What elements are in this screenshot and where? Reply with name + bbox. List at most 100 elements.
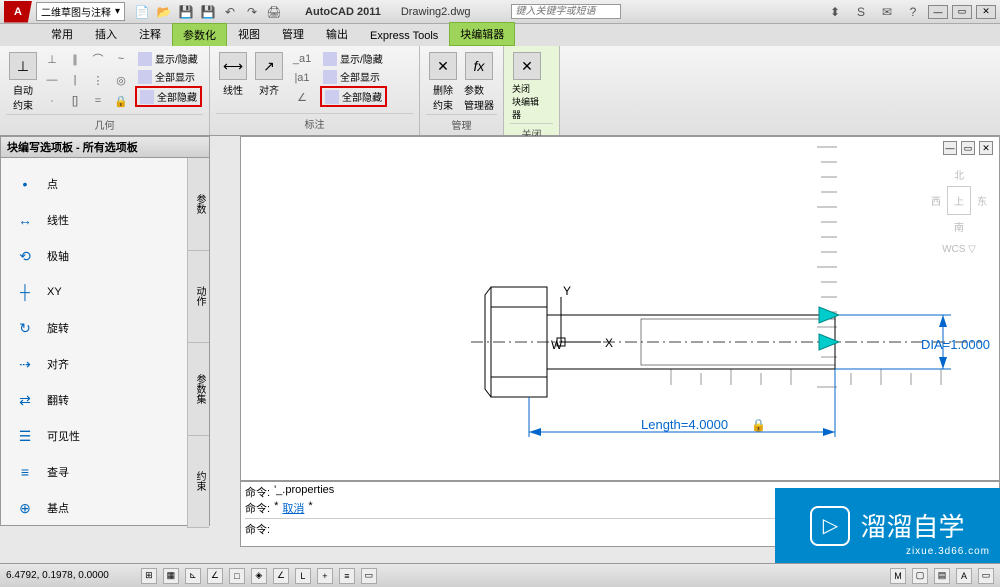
palette-item-linear[interactable]: ↔线性 (9, 202, 179, 238)
polar-toggle[interactable]: ∠ (207, 568, 223, 584)
new-icon[interactable]: 📄 (134, 4, 150, 20)
dim-align-button[interactable]: ↗ 对齐 (252, 50, 286, 113)
comm-icon[interactable]: ✉ (879, 4, 895, 20)
key-icon[interactable]: S (853, 4, 869, 20)
dim-vertical-icon[interactable]: |a1 (292, 69, 312, 87)
gc-horizontal-icon[interactable]: — (42, 71, 62, 89)
undo-icon[interactable]: ↶ (222, 4, 238, 20)
palette-item-point[interactable]: •点 (9, 166, 179, 202)
maximize-button[interactable]: ▭ (952, 5, 972, 19)
otrack-toggle[interactable]: ∠ (273, 568, 289, 584)
close-block-editor-button[interactable]: ✕ 关闭 块编辑器 (510, 50, 544, 123)
layout-toggle[interactable]: ▢ (912, 568, 928, 584)
osnap3d-toggle[interactable]: ◈ (251, 568, 267, 584)
app-logo[interactable]: A (4, 1, 32, 23)
canvas-max-button[interactable]: ▭ (961, 141, 975, 155)
drawing-canvas[interactable]: — ▭ ✕ 北 西 上 东 南 WCS ▽ (240, 136, 1000, 481)
annoscale-toggle[interactable]: A (956, 568, 972, 584)
palette-tab-actions[interactable]: 动作 (188, 251, 209, 344)
palette-item-xy[interactable]: ┼XY (9, 274, 179, 310)
close-button[interactable]: ✕ (976, 5, 996, 19)
palette-item-polar[interactable]: ⟲极轴 (9, 238, 179, 274)
gc-show-hide[interactable]: 显示/隐藏 (135, 50, 202, 67)
dim-horizontal-icon[interactable]: _a1 (292, 50, 312, 68)
tab-annotate[interactable]: 注释 (128, 22, 172, 46)
tab-view[interactable]: 视图 (227, 22, 271, 46)
grip-top[interactable] (819, 307, 839, 323)
gc-fix-icon[interactable]: 🔒 (111, 92, 131, 110)
palette-item-visibility[interactable]: ☰可见性 (9, 418, 179, 454)
palette-title: 块编写选项板 - 所有选项板 (1, 137, 209, 158)
dc-hide-all[interactable]: 全部隐藏 (320, 86, 387, 107)
exchange-icon[interactable]: ⬍ (827, 4, 843, 20)
print-icon[interactable]: 🖨 (266, 4, 282, 20)
gc-coincident-icon[interactable]: ∙ (42, 92, 62, 110)
help-icon[interactable]: ? (905, 4, 921, 20)
snap-toggle[interactable]: ⊞ (141, 568, 157, 584)
canvas-min-button[interactable]: — (943, 141, 957, 155)
saveas-icon[interactable]: 💾 (200, 4, 216, 20)
dc-show-hide[interactable]: 显示/隐藏 (320, 50, 387, 67)
palette-item-rotate[interactable]: ↻旋转 (9, 310, 179, 346)
open-icon[interactable]: 📂 (156, 4, 172, 20)
gc-symmetric-icon[interactable]: [] (65, 92, 85, 110)
gc-smooth-icon[interactable]: ~ (111, 50, 131, 68)
clean-toggle[interactable]: ▭ (978, 568, 994, 584)
tab-block-editor[interactable]: 块编辑器 (449, 22, 515, 46)
lwt-toggle[interactable]: ≡ (339, 568, 355, 584)
param-manager-button[interactable]: fx 参数 管理器 (462, 50, 496, 114)
tab-home[interactable]: 常用 (40, 22, 84, 46)
palette-item-align[interactable]: ⇢对齐 (9, 346, 179, 382)
tab-insert[interactable]: 插入 (84, 22, 128, 46)
minimize-button[interactable]: — (928, 5, 948, 19)
dim-length[interactable]: Length=4.0000 🔒 (529, 369, 835, 437)
panel-title-geometric: 几何 (6, 114, 203, 132)
osnap-toggle[interactable]: □ (229, 568, 245, 584)
gc-perpendicular-icon[interactable]: ⊥ (42, 50, 62, 68)
gc-vertical-icon[interactable]: | (65, 71, 85, 89)
delete-constraint-button[interactable]: ✕ 删除 约束 (426, 50, 460, 114)
viewcube-wcs[interactable]: WCS ▽ (931, 244, 987, 255)
auto-constrain-label: 自动 约束 (13, 82, 33, 112)
ortho-toggle[interactable]: ⊾ (185, 568, 201, 584)
tab-output[interactable]: 输出 (315, 22, 359, 46)
polar-icon: ⟲ (13, 246, 37, 266)
gc-tangent-icon[interactable]: ⌒ (88, 50, 108, 68)
viewcube-top[interactable]: 上 (947, 186, 971, 215)
dim-angular-icon[interactable]: ∠ (292, 88, 312, 106)
qp-toggle[interactable]: ▭ (361, 568, 377, 584)
qv-toggle[interactable]: ▤ (934, 568, 950, 584)
dc-show-all[interactable]: 全部显示 (320, 68, 387, 85)
tab-express[interactable]: Express Tools (359, 26, 449, 46)
dyn-toggle[interactable]: + (317, 568, 333, 584)
palette-item-flip[interactable]: ⇄翻转 (9, 382, 179, 418)
ducs-toggle[interactable]: L (295, 568, 311, 584)
tab-manage[interactable]: 管理 (271, 22, 315, 46)
align-icon: ⇢ (13, 354, 37, 374)
model-toggle[interactable]: M (890, 568, 906, 584)
gc-collinear-icon[interactable]: ⋮ (88, 71, 108, 89)
search-input[interactable] (511, 4, 621, 19)
visibility-icon: ☰ (13, 426, 37, 446)
redo-icon[interactable]: ↷ (244, 4, 260, 20)
gc-show-all[interactable]: 全部显示 (135, 68, 202, 85)
tab-parametric[interactable]: 参数化 (172, 23, 227, 46)
workspace-dropdown[interactable]: 二维草图与注释 ▾ (36, 2, 125, 21)
auto-constrain-button[interactable]: ⊥ 自动 约束 (6, 50, 40, 114)
palette-tab-constraints[interactable]: 约束 (188, 436, 209, 529)
palette-item-lookup[interactable]: ≡查寻 (9, 454, 179, 490)
canvas-close-button[interactable]: ✕ (979, 141, 993, 155)
gc-hide-all[interactable]: 全部隐藏 (135, 86, 202, 107)
viewcube[interactable]: 北 西 上 东 南 WCS ▽ (931, 167, 987, 255)
gc-parallel-icon[interactable]: ∥ (65, 50, 85, 68)
gc-equal-icon[interactable]: = (88, 92, 108, 110)
cmd-star2: * (308, 500, 312, 516)
grip-mid[interactable] (819, 334, 839, 350)
palette-tab-paramsets[interactable]: 参数集 (188, 343, 209, 436)
gc-concentric-icon[interactable]: ◎ (111, 71, 131, 89)
palette-item-basepoint[interactable]: ⊕基点 (9, 490, 179, 526)
dim-linear-button[interactable]: ⟷ 线性 (216, 50, 250, 113)
palette-tab-params[interactable]: 参数 (188, 158, 209, 251)
save-icon[interactable]: 💾 (178, 4, 194, 20)
grid-toggle[interactable]: ▦ (163, 568, 179, 584)
